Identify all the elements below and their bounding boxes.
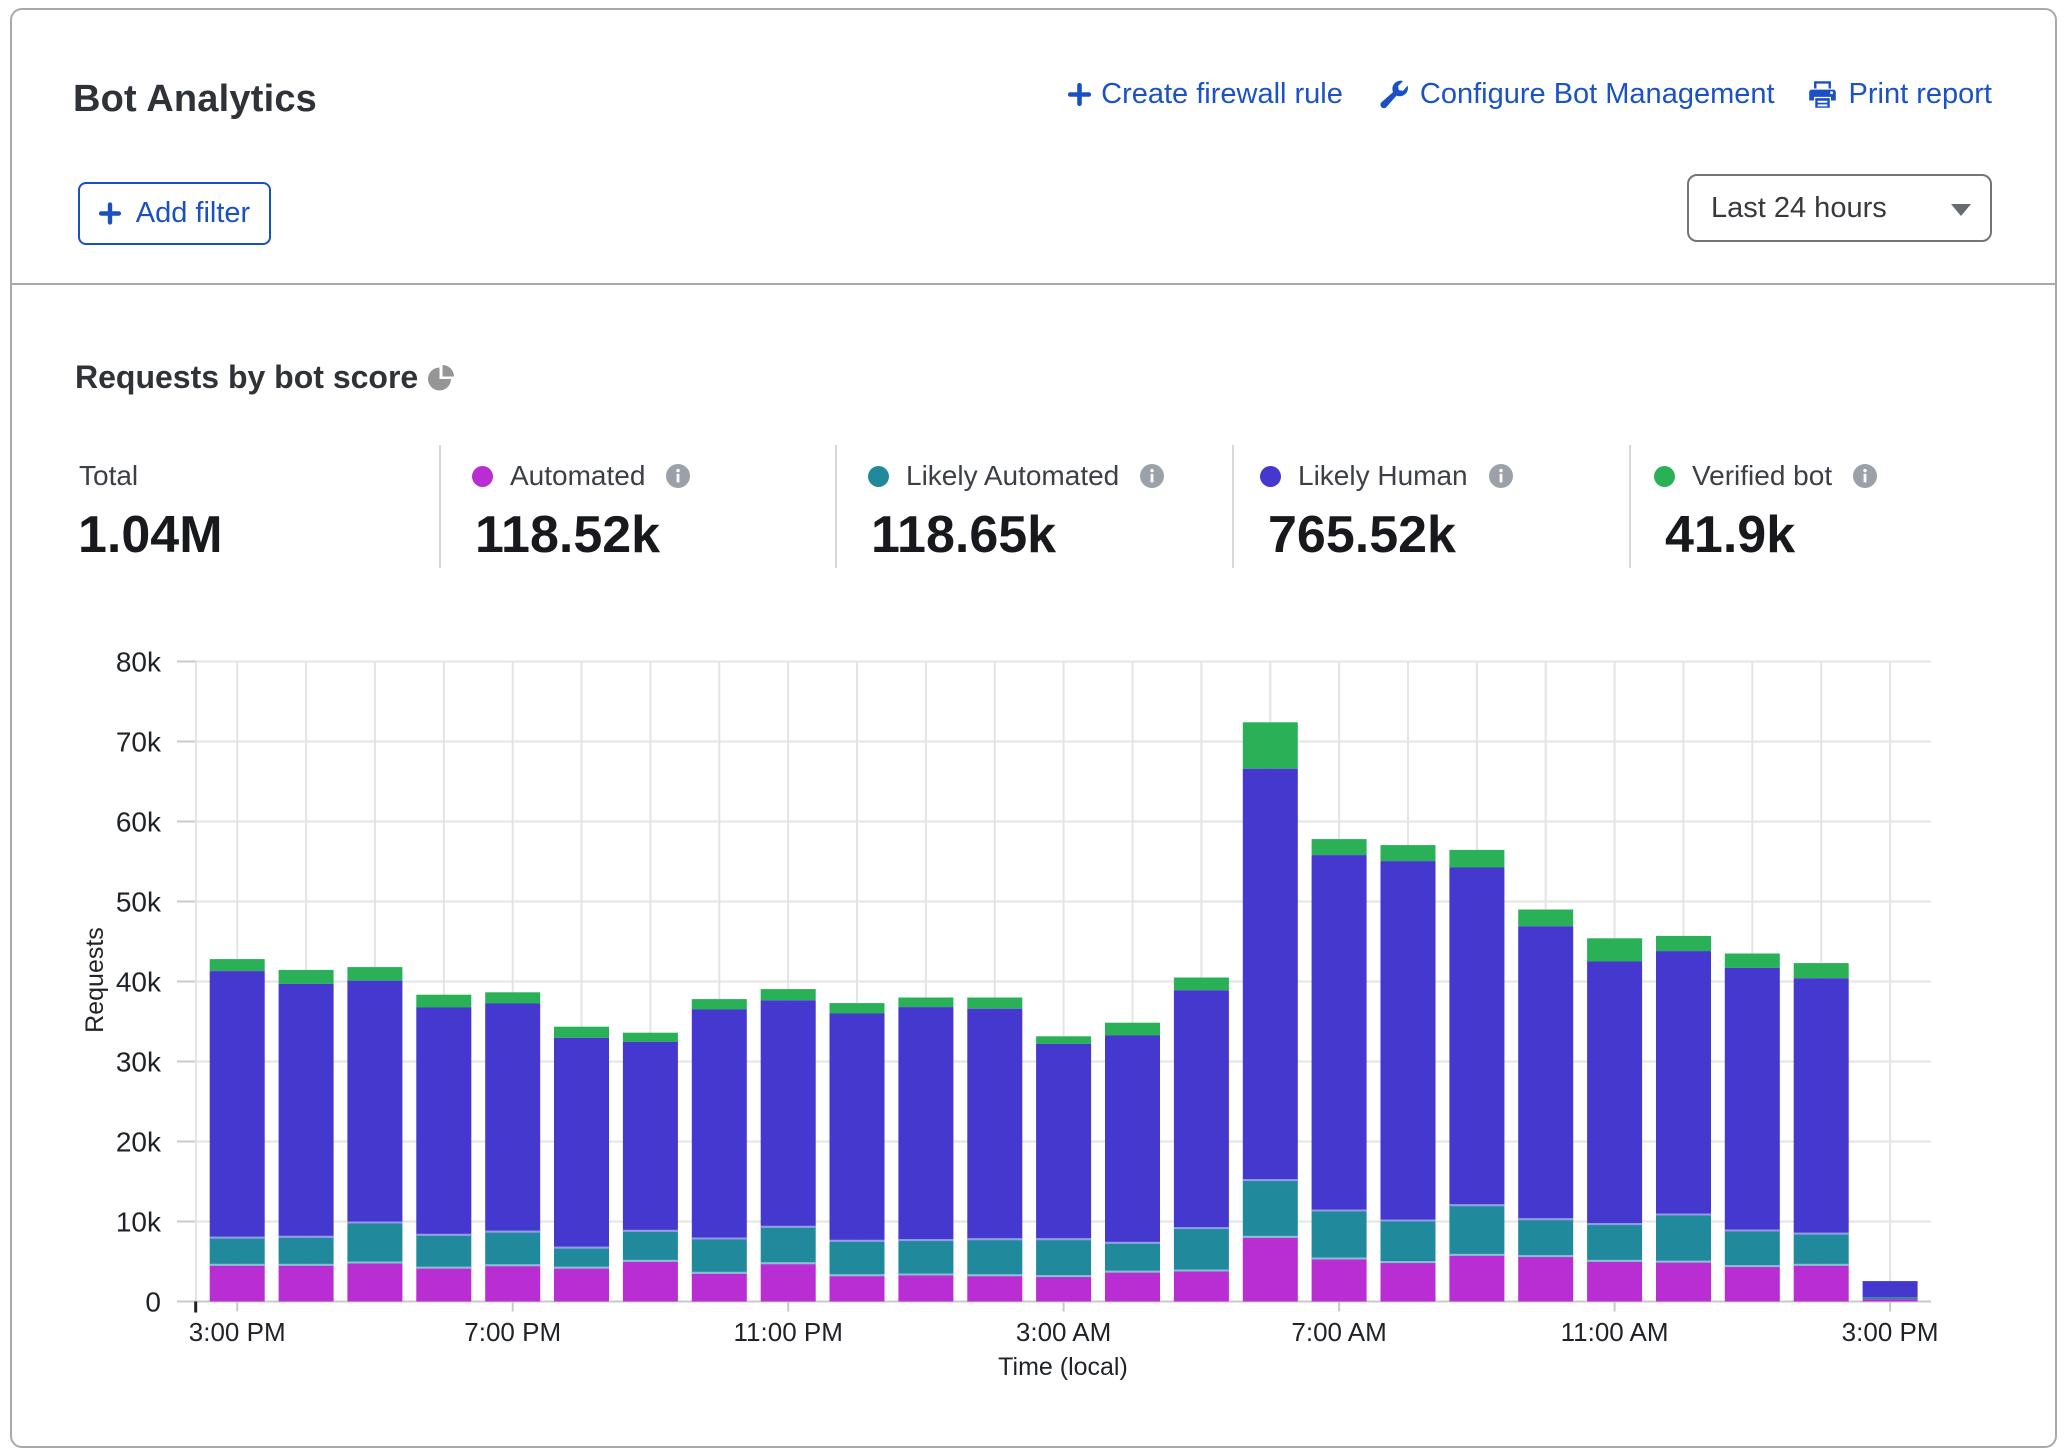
svg-text:30k: 30k: [116, 1047, 162, 1078]
svg-text:60k: 60k: [116, 807, 162, 838]
svg-text:0: 0: [145, 1287, 161, 1318]
svg-text:50k: 50k: [116, 887, 162, 918]
svg-text:3:00 AM: 3:00 AM: [1016, 1317, 1111, 1347]
svg-text:11:00 AM: 11:00 AM: [1561, 1317, 1669, 1347]
svg-text:3:00 PM: 3:00 PM: [189, 1317, 286, 1347]
svg-text:3:00 PM: 3:00 PM: [1842, 1317, 1939, 1347]
svg-text:70k: 70k: [116, 727, 162, 758]
svg-text:7:00 PM: 7:00 PM: [464, 1317, 561, 1347]
svg-text:Time (local): Time (local): [998, 1353, 1128, 1381]
svg-text:40k: 40k: [116, 967, 162, 998]
svg-text:20k: 20k: [116, 1127, 162, 1158]
svg-text:Requests: Requests: [81, 927, 109, 1033]
svg-text:7:00 AM: 7:00 AM: [1291, 1317, 1386, 1347]
svg-text:11:00 PM: 11:00 PM: [734, 1317, 843, 1347]
svg-text:10k: 10k: [116, 1207, 162, 1238]
svg-text:80k: 80k: [116, 647, 162, 678]
